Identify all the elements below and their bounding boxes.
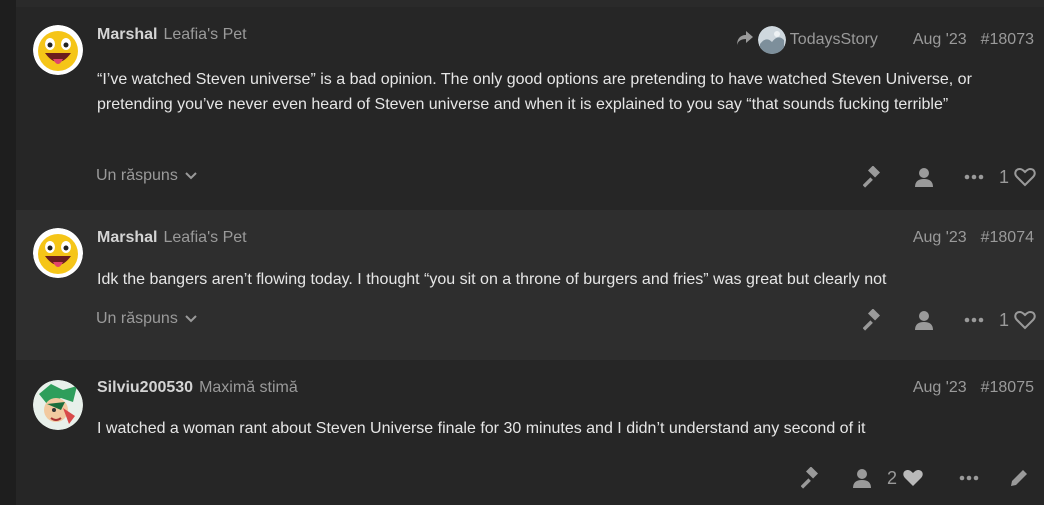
username[interactable]: Marshal [97, 229, 157, 246]
replies-label: Un răspuns [96, 310, 178, 327]
like-count: 1 [998, 166, 1009, 187]
like-button[interactable]: 2 [887, 468, 944, 489]
post-author: Silviu200530 Maximă stimă [97, 379, 298, 397]
user-button[interactable] [837, 460, 887, 496]
post-number[interactable]: #18073 [981, 31, 1034, 49]
post-actions: 2 [787, 460, 1044, 496]
admin-hammer-button[interactable] [849, 302, 899, 338]
user-icon [914, 311, 933, 330]
post-actions: 1 [849, 159, 1044, 195]
chevron-down-icon [185, 315, 197, 323]
admin-hammer-button[interactable] [849, 159, 899, 195]
user-icon [852, 469, 871, 488]
heart-outline-icon [1014, 310, 1036, 330]
user-button[interactable] [899, 159, 949, 195]
post-18075: Silviu200530 Maximă stimă Aug '23 #18075 … [16, 360, 1044, 505]
admin-hammer-button[interactable] [787, 460, 837, 496]
like-button[interactable]: 1 [999, 167, 1044, 188]
reply-to-avatar [757, 26, 786, 54]
post-body: Idk the bangers aren’t flowing today. I … [97, 271, 887, 288]
user-icon [914, 168, 933, 187]
top-strip [16, 0, 1044, 7]
more-button[interactable] [949, 302, 999, 338]
username[interactable]: Marshal [97, 26, 157, 43]
like-count: 1 [998, 309, 1009, 330]
ellipsis-icon [959, 475, 979, 481]
post-18074: Marshal Leafia's Pet Aug '23 #18074 Idk t… [16, 210, 1044, 360]
pencil-icon [1011, 470, 1027, 486]
post-meta: TodaysStory Aug '23 #18073 [736, 26, 1034, 54]
post-meta: Aug '23 #18075 [913, 379, 1034, 397]
heart-filled-icon [903, 470, 923, 486]
reply-to-tab[interactable]: TodaysStory [736, 26, 878, 54]
replies-toggle[interactable]: Un răspuns [96, 167, 198, 185]
avatar[interactable] [33, 228, 83, 278]
heart-outline-icon [1014, 167, 1036, 187]
post-date[interactable]: Aug '23 [913, 31, 967, 49]
user-title: Leafia's Pet [163, 229, 247, 246]
post-stream: Marshal Leafia's Pet TodaysStory Aug '23 … [16, 7, 1044, 505]
post-number[interactable]: #18075 [981, 379, 1034, 397]
post-body: I watched a woman rant about Steven Univ… [97, 420, 866, 437]
user-title: Maximă stimă [199, 379, 298, 396]
like-button[interactable]: 1 [999, 310, 1044, 331]
hammer-icon [862, 309, 880, 331]
more-button[interactable] [949, 159, 999, 195]
ellipsis-icon [964, 174, 984, 180]
post-author: Marshal Leafia's Pet [97, 26, 247, 44]
more-button[interactable] [944, 460, 994, 496]
like-count: 2 [886, 467, 897, 488]
hammer-icon [800, 467, 818, 489]
edit-button[interactable] [994, 460, 1044, 496]
post-18073: Marshal Leafia's Pet TodaysStory Aug '23 … [16, 7, 1044, 210]
replies-toggle[interactable]: Un răspuns [96, 310, 198, 328]
avatar[interactable] [33, 380, 83, 430]
replies-label: Un răspuns [96, 167, 178, 184]
share-arrow-icon [736, 30, 754, 51]
chevron-down-icon [185, 172, 197, 180]
user-title: Leafia's Pet [163, 26, 247, 43]
post-date[interactable]: Aug '23 [913, 379, 967, 397]
ellipsis-icon [964, 317, 984, 323]
post-actions: 1 [849, 302, 1044, 338]
post-meta: Aug '23 #18074 [913, 229, 1034, 247]
post-number[interactable]: #18074 [981, 229, 1034, 247]
avatar[interactable] [33, 25, 83, 75]
user-button[interactable] [899, 302, 949, 338]
post-date[interactable]: Aug '23 [913, 229, 967, 247]
hammer-icon [862, 166, 880, 188]
post-author: Marshal Leafia's Pet [97, 229, 247, 247]
reply-to-username: TodaysStory [789, 31, 878, 48]
post-body: “I’ve watched Steven universe” is a bad … [97, 71, 972, 113]
username[interactable]: Silviu200530 [97, 379, 193, 396]
